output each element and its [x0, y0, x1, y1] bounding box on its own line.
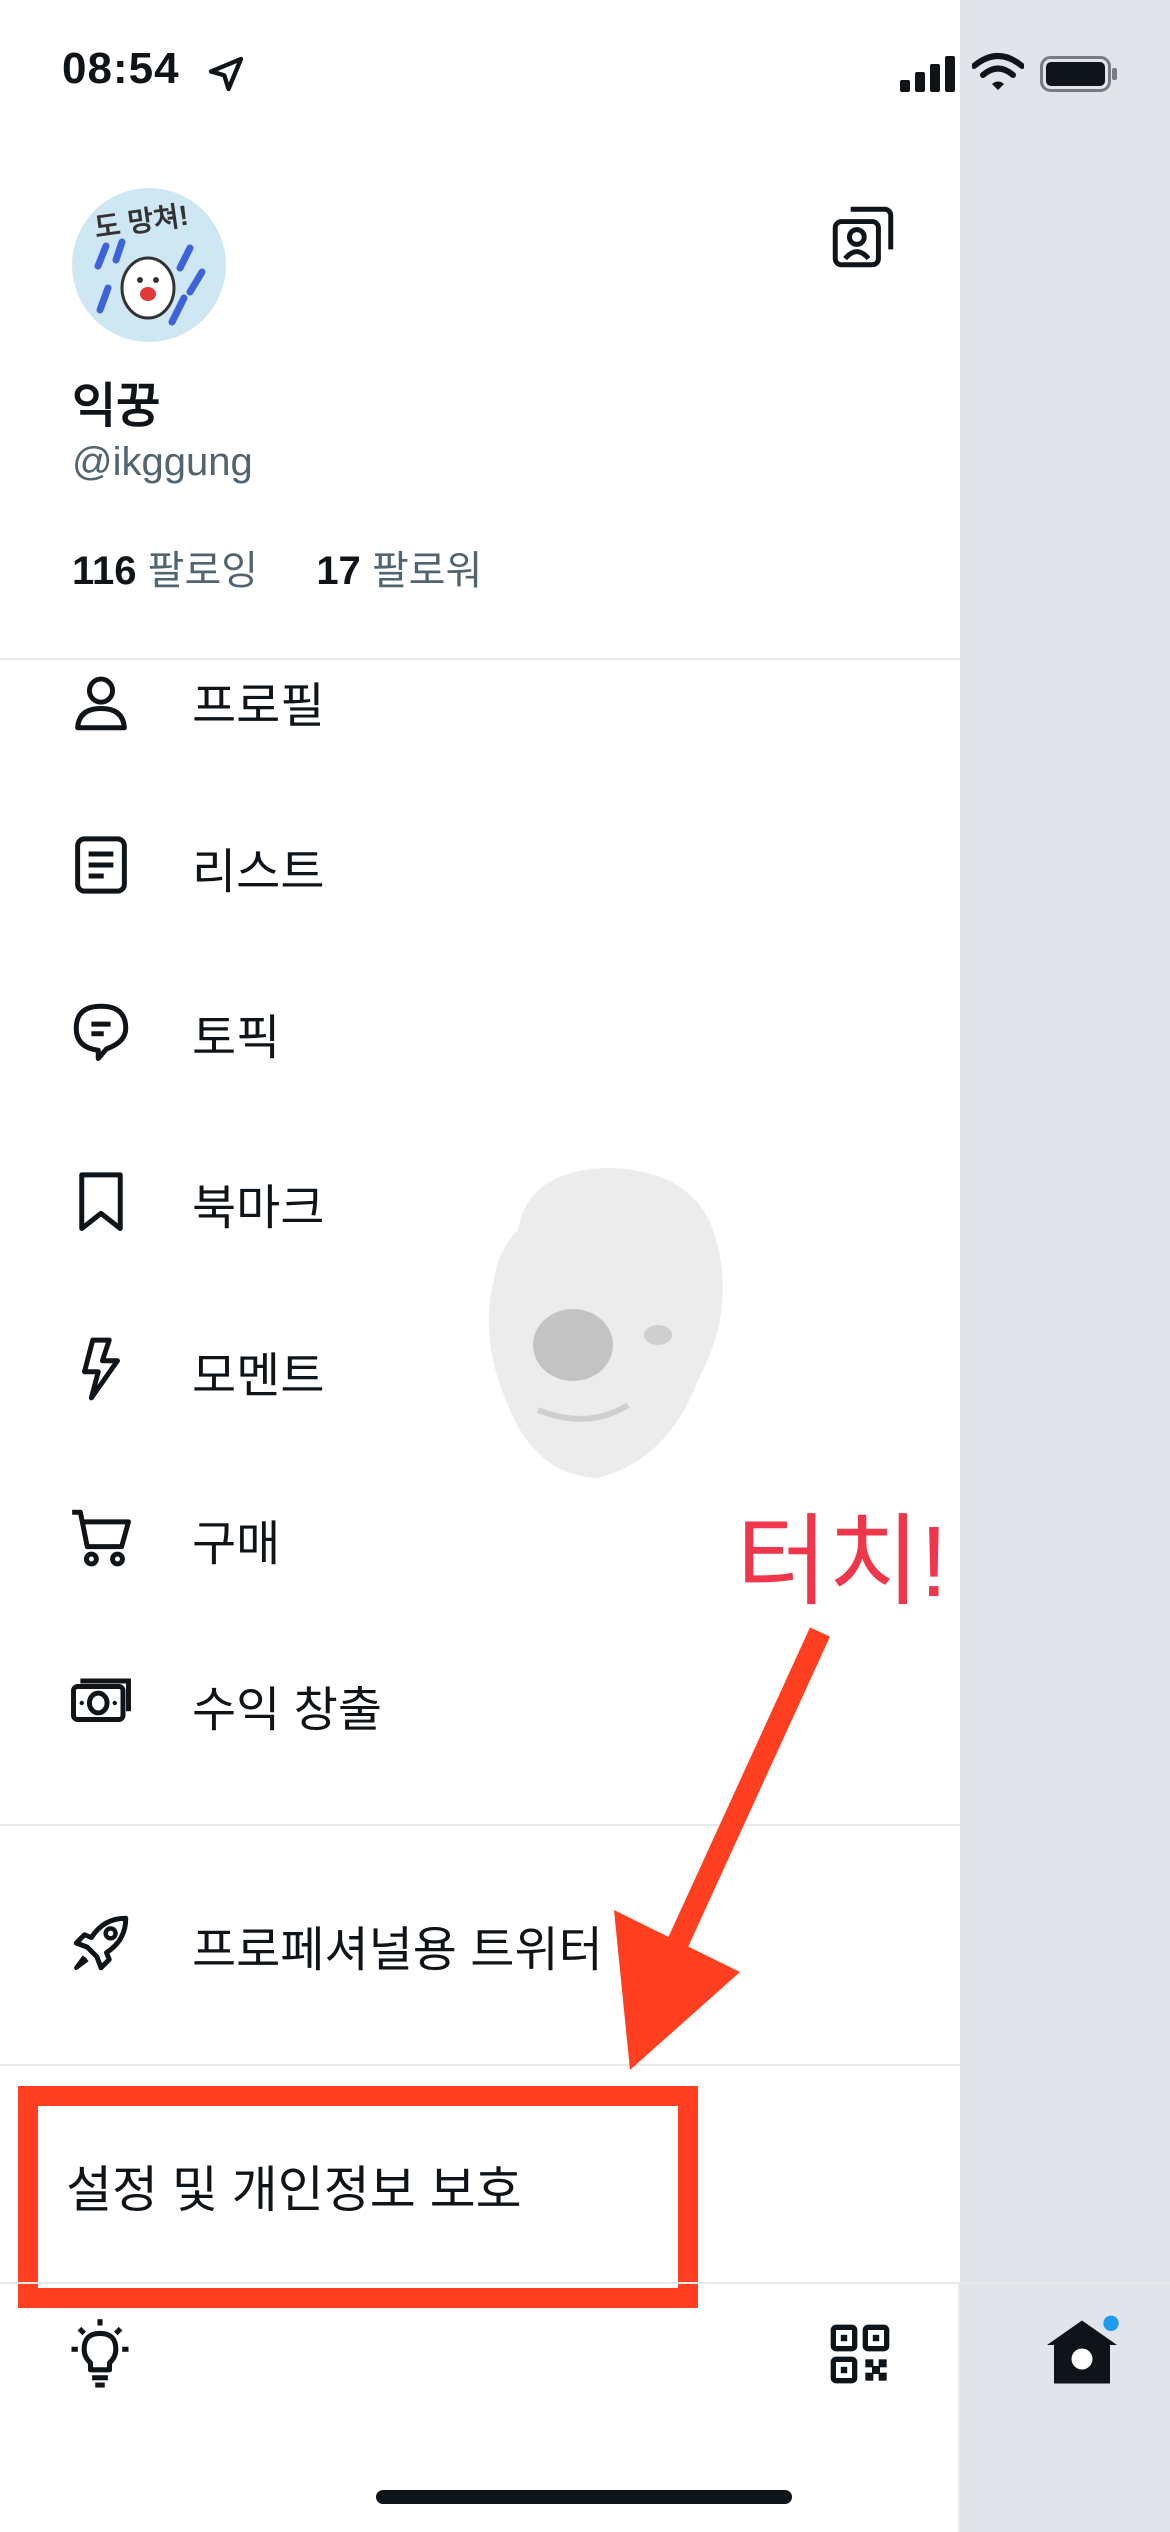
following-link[interactable]: 116 팔로잉 — [72, 549, 269, 593]
menu-label: 구매 — [192, 1518, 281, 1571]
list-icon — [75, 836, 127, 894]
avatar-illustration — [94, 238, 206, 326]
bottom-bar-divider — [0, 2282, 1170, 2284]
display-name[interactable]: 익꿍 — [72, 366, 160, 436]
user-handle: @ikggung — [72, 440, 253, 484]
menu-label: 북마크 — [192, 1182, 325, 1235]
menu-item-profile[interactable]: 프로필 — [0, 640, 960, 760]
menu-label: 모멘트 — [192, 1350, 325, 1403]
person-icon — [75, 676, 127, 731]
qr-code-icon[interactable] — [828, 2322, 892, 2386]
follow-stats: 116 팔로잉 17 팔로워 — [72, 538, 482, 596]
following-label: 팔로잉 — [147, 549, 259, 593]
profile-avatar[interactable]: 도 망쳐! — [72, 188, 226, 342]
battery-icon — [1040, 56, 1117, 92]
drawer-scrim[interactable] — [960, 0, 1170, 2532]
followers-link[interactable]: 17 팔로워 — [316, 549, 482, 593]
account-switch-icon[interactable] — [826, 200, 900, 274]
home-indicator — [376, 2490, 792, 2504]
settings-highlight-box — [18, 2086, 698, 2308]
home-icon[interactable] — [1040, 2310, 1124, 2394]
cart-icon — [72, 1509, 131, 1567]
wifi-icon — [972, 53, 1024, 90]
menu-item-topics[interactable]: 토픽 — [0, 970, 960, 1090]
followers-label: 팔로워 — [371, 549, 483, 593]
rocket-icon — [73, 1915, 129, 1971]
status-time: 08:54 — [62, 44, 180, 93]
menu-item-lists[interactable]: 리스트 — [0, 802, 960, 922]
cellular-signal-icon — [900, 56, 955, 92]
bookmark-icon — [79, 1172, 123, 1231]
lightning-icon — [82, 1337, 120, 1401]
topic-icon — [73, 1003, 129, 1061]
lightbulb-icon[interactable] — [62, 2316, 138, 2392]
menu-label: 수익 창출 — [192, 1684, 382, 1737]
following-count: 116 — [72, 549, 137, 593]
location-arrow-icon — [208, 56, 244, 92]
menu-label: 프로필 — [192, 680, 325, 733]
menu-label: 프로페셔널용 트위터 — [192, 1924, 603, 1977]
menu-label: 리스트 — [192, 846, 325, 899]
menu-label: 토픽 — [192, 1012, 281, 1065]
money-icon — [71, 1678, 131, 1722]
touch-annotation: 터치! — [736, 1506, 948, 1618]
dog-sticker-image — [488, 1168, 723, 1478]
followers-count: 17 — [316, 549, 361, 593]
red-arrow-icon — [614, 1627, 831, 2070]
drawer-edge — [958, 2282, 960, 2532]
